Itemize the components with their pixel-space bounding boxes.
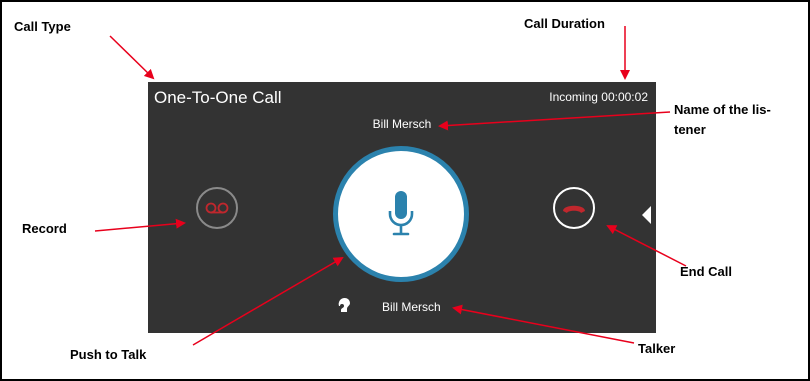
- call-duration-text: Incoming 00:00:02: [549, 90, 648, 104]
- push-to-talk-annotation: Push to Talk: [70, 347, 147, 362]
- listener-annotation: Name of the lis- tener: [674, 100, 794, 140]
- talker-icon: [338, 297, 350, 312]
- record-annotation: Record: [22, 221, 67, 236]
- record-button[interactable]: [196, 187, 238, 229]
- listener-name: Bill Mersch: [372, 117, 432, 131]
- call-type-text: One-To-One Call: [154, 88, 282, 107]
- call-duration-annotation: Call Duration: [524, 16, 605, 31]
- microphone-icon: [388, 191, 414, 236]
- annotated-figure: One-To-One Call Incoming 00:00:02 Bill M…: [0, 0, 810, 381]
- push-to-talk-button[interactable]: [333, 146, 469, 282]
- end-call-annotation: End Call: [680, 264, 733, 279]
- call-screen: One-To-One Call Incoming 00:00:02 Bill M…: [148, 82, 656, 333]
- talker-name: Bill Mersch: [382, 300, 441, 314]
- phone-hangup-icon: [563, 205, 585, 213]
- chevron-left-icon[interactable]: [642, 206, 651, 224]
- talker-annotation: Talker: [638, 341, 676, 356]
- listener-annotation-text: Name of the lis- tener: [674, 102, 771, 137]
- end-call-button[interactable]: [553, 187, 595, 229]
- call-type-annotation: Call Type: [14, 19, 71, 34]
- voicemail-icon: [205, 202, 229, 214]
